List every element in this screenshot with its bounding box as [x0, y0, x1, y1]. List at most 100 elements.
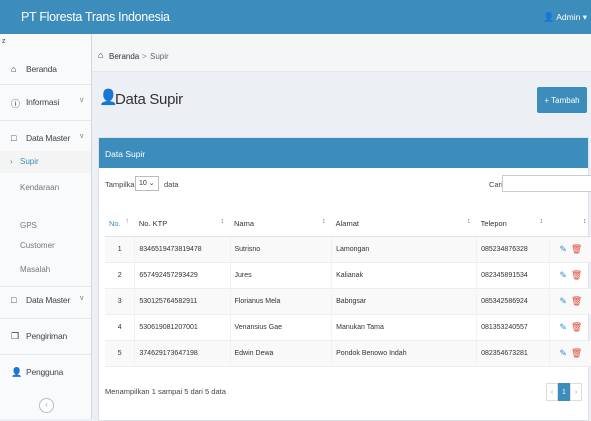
table-cell: 5	[105, 340, 136, 367]
column-header-nama[interactable]: Nama ↕	[230, 210, 332, 237]
next-page-button[interactable]: ›	[570, 383, 582, 401]
sidebar-subitem-masalah[interactable]: Masalah	[0, 265, 91, 279]
folder-icon: □	[11, 295, 17, 305]
sidebar-subitem-gps[interactable]: GPS	[0, 221, 91, 235]
user-icon: 👤	[543, 12, 555, 22]
sidebar-item-beranda[interactable]: ⌂ Beranda	[0, 64, 91, 78]
sidebar-subitem-label: Masalah	[20, 265, 51, 274]
edit-icon[interactable]: ✎	[559, 322, 567, 332]
edit-icon[interactable]: ✎	[559, 244, 567, 254]
table-cell: Lamongan	[331, 236, 478, 263]
data-panel: Data Supir Tampilkan 10 ⌄ data Cari: No.…	[98, 137, 591, 421]
edit-icon[interactable]: ✎	[559, 348, 567, 358]
edit-icon[interactable]: ✎	[559, 296, 567, 306]
chevron-right-icon: ›	[10, 157, 13, 166]
row-actions: ✎ 🗑	[549, 262, 591, 289]
sidebar-divider	[0, 318, 91, 319]
row-actions: ✎ 🗑	[549, 314, 591, 341]
sort-icon: ↕	[322, 218, 326, 225]
sidebar-item-pengguna[interactable]: 👤 Pengguna	[0, 367, 91, 381]
panel-title: Data Supir	[105, 149, 146, 159]
sort-icon: ↕	[467, 218, 471, 225]
sort-icon: ↕	[583, 218, 587, 225]
top-navbar: PT Floresta Trans Indonesia 👤 Admin ▾	[0, 0, 591, 34]
chevron-down-icon: v	[80, 97, 84, 104]
search-input[interactable]	[502, 175, 591, 192]
table-cell: Kalianak	[331, 262, 478, 289]
table-cell: 530619081207001	[134, 314, 231, 341]
chevron-down-icon: v	[80, 133, 84, 140]
home-icon: ⌂	[98, 50, 104, 60]
sidebar-item-label: Data Master	[26, 133, 71, 143]
sidebar-divider	[0, 84, 91, 85]
user-menu[interactable]: 👤 Admin ▾	[543, 0, 587, 34]
trash-icon[interactable]: 🗑	[571, 244, 582, 254]
sidebar-divider	[0, 120, 91, 121]
breadcrumb: ⌂ Beranda > Supir	[92, 34, 591, 72]
sidebar-item-label: Beranda	[26, 64, 57, 74]
table-cell: 082354673281	[476, 340, 550, 367]
sidebar-item-label: Pengiriman	[26, 331, 67, 341]
column-header-label: Nama	[234, 218, 255, 228]
sidebar-item-data-master[interactable]: □ Data Master v	[0, 133, 91, 147]
page-button[interactable]: 1	[558, 383, 570, 401]
table-cell: 081353240557	[476, 314, 550, 341]
prev-page-button[interactable]: ‹	[546, 383, 558, 401]
table-cell: Manukan Tama	[331, 314, 478, 341]
edit-icon[interactable]: ✎	[559, 270, 567, 280]
sidebar-item-label: Pengguna	[26, 367, 64, 377]
app-title[interactable]: PT Floresta Trans Indonesia	[0, 0, 170, 34]
sidebar-subitem-kendaraan[interactable]: Kendaraan	[0, 183, 91, 197]
breadcrumb-home[interactable]: Beranda	[109, 52, 139, 61]
column-header-telepon[interactable]: Telepon ↕	[476, 210, 550, 237]
row-actions: ✎ 🗑	[549, 288, 591, 315]
page-length-select[interactable]: 10 ⌄	[135, 176, 159, 191]
trash-icon[interactable]: 🗑	[571, 296, 582, 306]
table-cell: 374629173647198	[134, 340, 231, 367]
trash-icon[interactable]: 🗑	[571, 348, 582, 358]
sidebar-subitem-customer[interactable]: Customer	[0, 241, 91, 255]
sidebar-item-label: Data Master	[26, 295, 71, 305]
table-cell: Babngsar	[331, 288, 478, 315]
table-cell: Edwin Dewa	[230, 340, 333, 367]
sidebar-subitem-label: Customer	[20, 241, 55, 250]
column-header-alamat[interactable]: Alamat ↕	[331, 210, 477, 237]
row-actions: ✎ 🗑	[549, 236, 591, 263]
entries-label: data	[164, 180, 179, 189]
table-row: 2 657492457293429 Jures Kalianak 08234589153…	[105, 262, 591, 289]
column-header-actions[interactable]: ↕	[549, 210, 591, 237]
sidebar-subitem-label: Supir	[20, 157, 39, 166]
data-table: No. ↑ No. KTP ↕ Nama ↕ Alamat ↕ Telepon ↕ ↕ 1…	[105, 210, 591, 367]
table-header-row: No. ↑ No. KTP ↕ Nama ↕ Alamat ↕ Telepon ↕ ↕	[105, 210, 591, 237]
panel-header: Data Supir	[99, 138, 588, 168]
sidebar-item-data-master-2[interactable]: □ Data Master v	[0, 295, 91, 309]
table-cell: 1	[105, 236, 136, 263]
table-cell: Sutrisno	[230, 236, 333, 263]
trash-icon[interactable]: 🗑	[571, 270, 582, 280]
add-button[interactable]: + Tambah	[537, 87, 587, 113]
table-cell: Jures	[230, 262, 333, 289]
sort-asc-icon: ↑	[125, 218, 129, 225]
trash-icon[interactable]: 🗑	[571, 322, 582, 332]
column-header-no[interactable]: No. ↑	[105, 210, 135, 237]
user-icon: 👤	[11, 367, 23, 377]
sidebar-toggle[interactable]: z	[2, 38, 6, 45]
sidebar-item-pengiriman[interactable]: ❐ Pengiriman	[0, 331, 91, 345]
pagination: ‹ 1 ›	[546, 383, 582, 401]
table-cell: 085234876328	[476, 236, 550, 263]
table-cell: 2	[105, 262, 136, 289]
page-length-label: Tampilkan	[105, 180, 139, 189]
table-cell: 530125764582911	[134, 288, 231, 315]
table-cell: 4	[105, 314, 136, 341]
sidebar-collapse-button[interactable]: ‹	[39, 398, 54, 413]
table-row: 4 530619081207001 Venansius Gae Manukan Tam…	[105, 314, 591, 341]
user-menu-label: Admin	[556, 12, 581, 22]
row-actions: ✎ 🗑	[549, 340, 591, 367]
table-info: Menampilkan 1 sampai 5 dari 5 data	[105, 387, 226, 396]
sidebar-item-informasi[interactable]: ⓘ Informasi v	[0, 97, 91, 111]
column-header-ktp[interactable]: No. KTP ↕	[134, 210, 230, 237]
sort-icon: ↕	[220, 218, 225, 225]
table-row: 3 530125764582911 Florianus Mela Babngsar 08…	[105, 288, 591, 315]
sidebar-subitem-supir[interactable]: › Supir	[0, 151, 91, 173]
table-cell: 657492457293429	[134, 262, 231, 289]
